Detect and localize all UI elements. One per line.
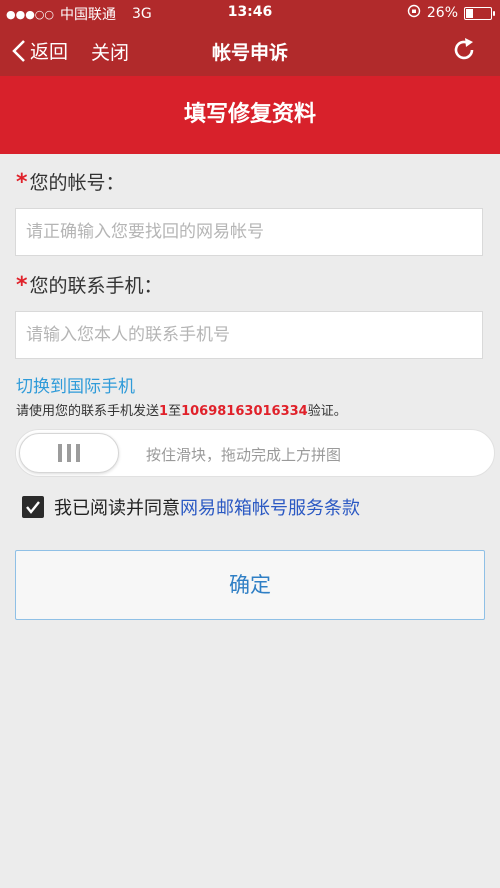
refresh-icon bbox=[454, 38, 474, 60]
form-banner: 填写修复资料 bbox=[0, 76, 500, 154]
agree-checkbox[interactable] bbox=[22, 496, 44, 518]
checkmark-icon bbox=[26, 501, 40, 514]
sms-hint: 请使用您的联系手机发送1至10698163016334验证。 bbox=[16, 404, 347, 419]
switch-international-phone-link[interactable]: 切换到国际手机 bbox=[16, 372, 135, 397]
navigation-bar: 返回 关闭 帐号申诉 bbox=[0, 26, 500, 76]
captcha-slider[interactable]: 按住滑块，拖动完成上方拼图 bbox=[15, 429, 495, 477]
required-mark: * bbox=[16, 170, 28, 195]
page-title: 帐号申诉 bbox=[211, 42, 288, 64]
account-input[interactable]: 请正确输入您要找回的网易帐号 bbox=[15, 208, 483, 256]
agreement-row: 我已阅读并同意 网易邮箱帐号服务条款 bbox=[22, 494, 360, 520]
required-mark: * bbox=[16, 273, 28, 298]
terms-link[interactable]: 网易邮箱帐号服务条款 bbox=[180, 494, 360, 520]
phone-label: * 您的联系手机： bbox=[16, 273, 163, 298]
rotation-lock-icon bbox=[407, 4, 421, 22]
status-bar: ●●●○○ 中国联通 3G 13:46 26% bbox=[0, 0, 500, 26]
battery-percent: 26% bbox=[426, 5, 458, 21]
battery-icon bbox=[464, 6, 495, 20]
slider-instruction: 按住滑块，拖动完成上方拼图 bbox=[146, 446, 342, 464]
phone-input[interactable]: 请输入您本人的联系手机号 bbox=[15, 311, 483, 359]
confirm-button[interactable]: 确定 bbox=[15, 550, 485, 620]
grip-icon bbox=[58, 444, 62, 462]
account-label: * 您的帐号： bbox=[16, 170, 125, 195]
agree-text: 我已阅读并同意 bbox=[54, 498, 180, 519]
slider-handle[interactable] bbox=[19, 433, 119, 473]
refresh-button[interactable] bbox=[450, 36, 478, 68]
